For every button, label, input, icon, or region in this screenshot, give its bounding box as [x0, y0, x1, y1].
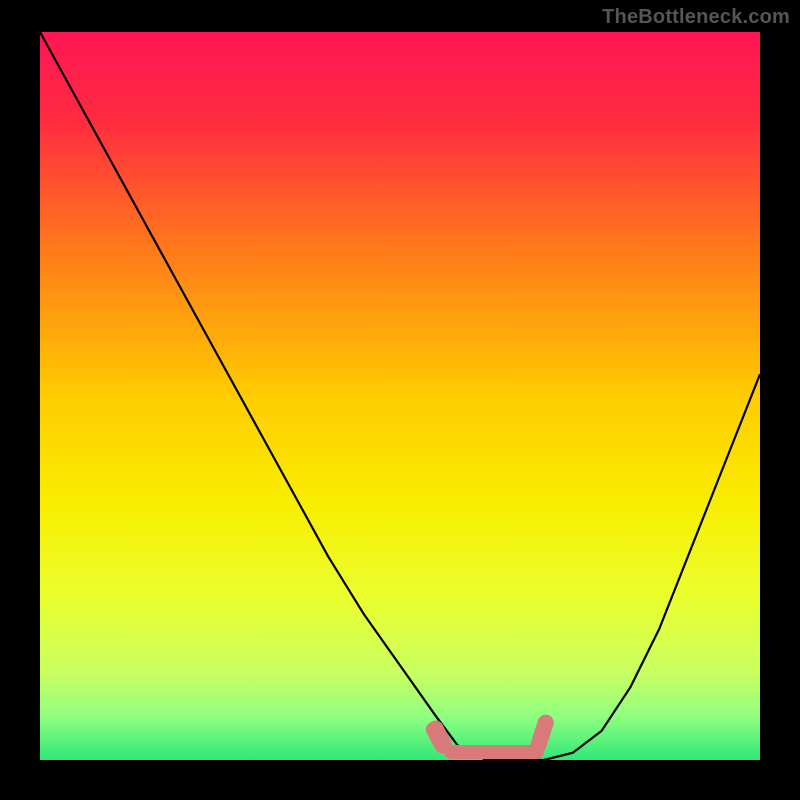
- bottleneck-curve: [40, 32, 760, 760]
- optimal-range-marker-mid: [444, 745, 544, 759]
- watermark-text: TheBottleneck.com: [602, 6, 790, 29]
- frame-left: [0, 0, 40, 800]
- frame-right: [760, 0, 800, 800]
- plot-area: [40, 32, 760, 760]
- frame-bottom: [0, 760, 800, 800]
